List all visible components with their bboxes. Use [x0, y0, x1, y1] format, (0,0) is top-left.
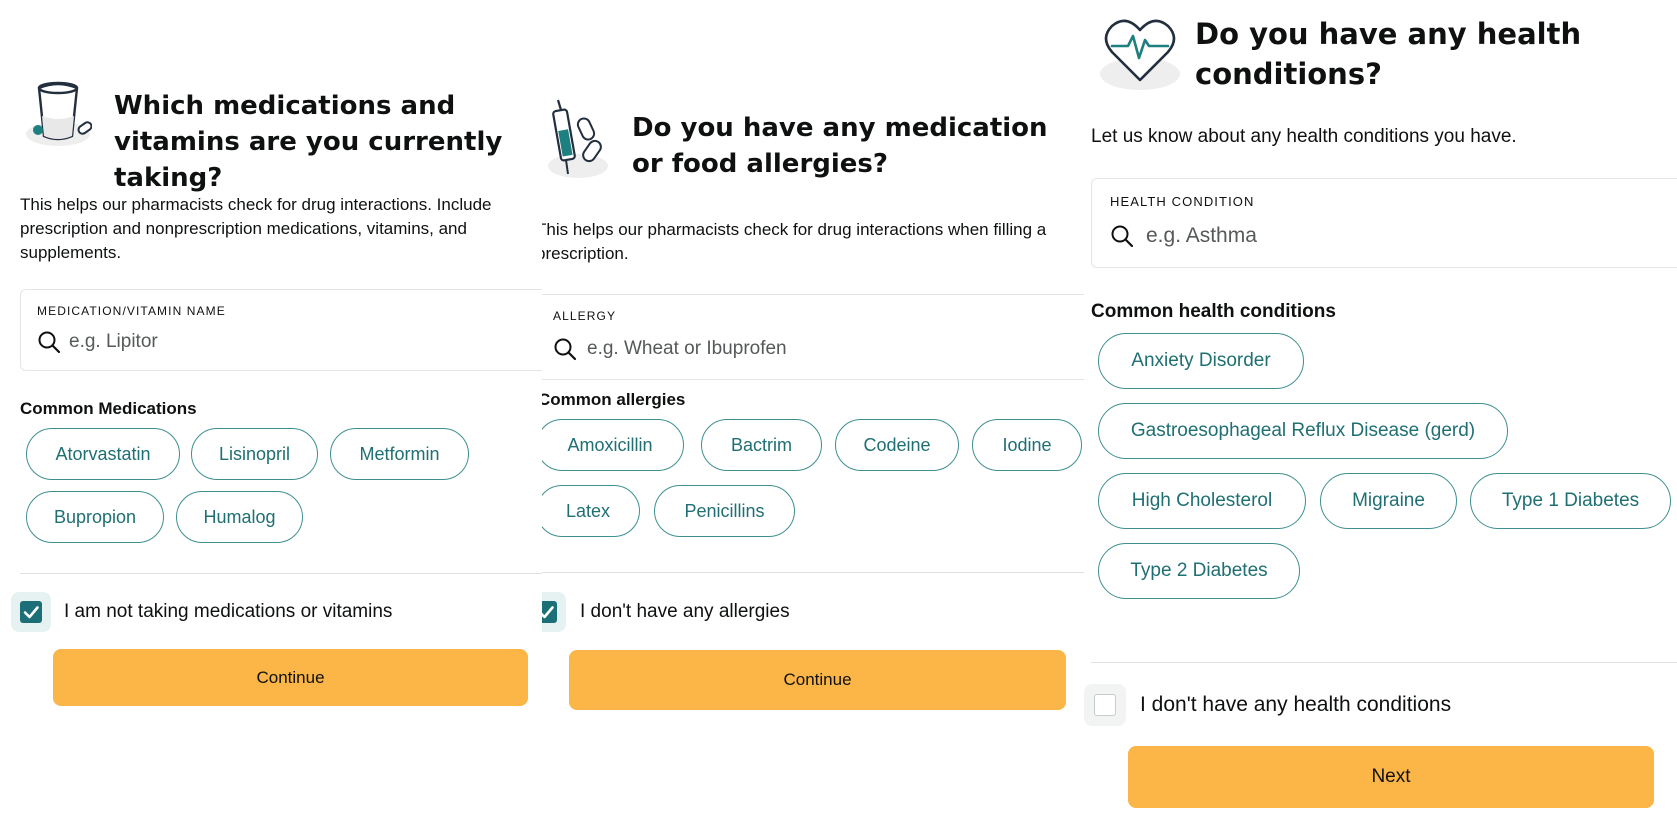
search-icon — [37, 330, 61, 354]
field-label: ALLERGY — [553, 309, 617, 323]
divider — [542, 572, 1084, 573]
checkbox-label: I am not taking medications or vitamins — [64, 601, 393, 622]
chip-migraine[interactable]: Migraine — [1320, 473, 1457, 529]
allergy-search-field[interactable]: ALLERGY — [542, 294, 1084, 380]
chip-lisinopril[interactable]: Lisinopril — [191, 428, 318, 480]
page-title: Do you have any health conditions? — [1195, 17, 1582, 91]
next-button[interactable]: Next — [1128, 746, 1654, 808]
condition-search-input[interactable] — [1146, 221, 1546, 251]
medications-panel: Which medications and vitamins are you c… — [0, 0, 542, 824]
syringe-and-pills-icon — [542, 96, 616, 180]
chip-bactrim[interactable]: Bactrim — [701, 419, 822, 471]
chip-bupropion[interactable]: Bupropion — [26, 491, 164, 543]
continue-button[interactable]: Continue — [53, 649, 528, 706]
no-conditions-checkbox[interactable] — [1084, 684, 1126, 726]
chip-penicillins[interactable]: Penicillins — [654, 485, 795, 537]
chip-gerd[interactable]: Gastroesophageal Reflux Disease (gerd) — [1098, 403, 1508, 459]
medication-search-field[interactable]: MEDICATION/VITAMIN NAME — [20, 289, 542, 371]
glass-and-pill-icon — [20, 78, 93, 150]
chip-humalog[interactable]: Humalog — [176, 491, 303, 543]
field-label: MEDICATION/VITAMIN NAME — [37, 304, 226, 318]
chip-type-1-diabetes[interactable]: Type 1 Diabetes — [1470, 473, 1671, 529]
chip-iodine[interactable]: Iodine — [972, 419, 1082, 471]
condition-search-field[interactable]: HEALTH CONDITION — [1091, 178, 1677, 268]
no-medications-checkbox[interactable] — [11, 592, 51, 632]
health-conditions-panel: Do you have any health conditions? Let u… — [1084, 0, 1677, 824]
allergies-panel: Do you have any medication or food aller… — [542, 0, 1084, 824]
page-description: Let us know about any health conditions … — [1091, 126, 1517, 147]
continue-button[interactable]: Continue — [569, 650, 1066, 710]
search-icon — [1110, 224, 1134, 248]
section-title: Common health conditions — [1091, 301, 1336, 322]
section-title: Common allergies — [542, 390, 686, 409]
allergy-search-input[interactable] — [587, 335, 987, 363]
heart-pulse-icon — [1098, 12, 1182, 92]
chip-codeine[interactable]: Codeine — [835, 419, 959, 471]
chip-high-cholesterol[interactable]: High Cholesterol — [1098, 473, 1306, 529]
page-title: Do you have any medication or food aller… — [632, 113, 1048, 179]
chip-latex[interactable]: Latex — [542, 485, 640, 537]
chip-amoxicillin[interactable]: Amoxicillin — [542, 419, 684, 471]
search-icon — [553, 337, 577, 361]
divider — [1091, 662, 1677, 663]
section-title: Common Medications — [20, 399, 197, 418]
page-description: This helps our pharmacists check for dru… — [20, 195, 492, 262]
checkbox-label: I don't have any health conditions — [1140, 693, 1452, 716]
field-label: HEALTH CONDITION — [1110, 194, 1255, 209]
checkbox-label: I don't have any allergies — [580, 601, 790, 622]
chip-atorvastatin[interactable]: Atorvastatin — [26, 428, 180, 480]
page-title: Which medications and vitamins are you c… — [114, 91, 503, 193]
chip-type-2-diabetes[interactable]: Type 2 Diabetes — [1098, 543, 1300, 599]
divider — [20, 573, 542, 574]
chip-metformin[interactable]: Metformin — [330, 428, 469, 480]
chip-anxiety-disorder[interactable]: Anxiety Disorder — [1098, 333, 1304, 389]
medication-search-input[interactable] — [69, 328, 469, 356]
page-description: This helps our pharmacists check for dru… — [542, 220, 1047, 263]
no-allergies-checkbox[interactable] — [542, 592, 566, 632]
